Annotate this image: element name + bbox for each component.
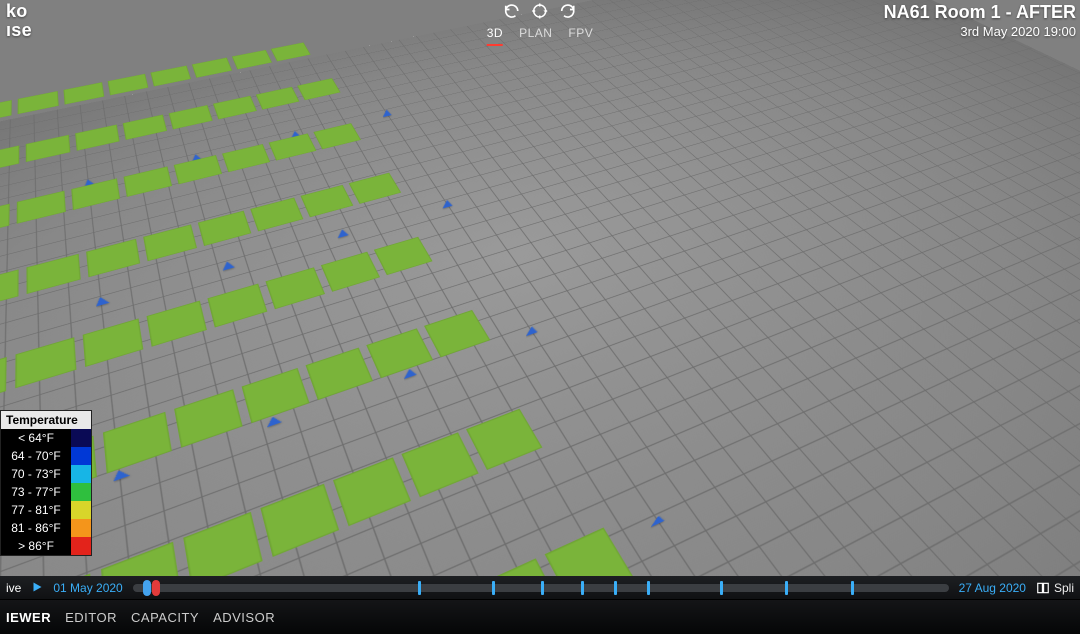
app-logo: ko ıse — [0, 0, 38, 42]
legend-label: 81 - 86°F — [1, 519, 71, 537]
split-view-button[interactable]: Spli — [1036, 581, 1074, 595]
timeline-end-date[interactable]: 27 Aug 2020 — [959, 581, 1026, 595]
timeline-marker[interactable] — [720, 581, 723, 595]
legend-label: 77 - 81°F — [1, 501, 71, 519]
legend-swatch — [71, 501, 91, 519]
legend-row: < 64°F — [1, 429, 91, 447]
legend-label: 70 - 73°F — [1, 465, 71, 483]
reticle-icon[interactable] — [531, 2, 549, 20]
legend-row: 70 - 73°F — [1, 465, 91, 483]
legend-row: 64 - 70°F — [1, 447, 91, 465]
view-mode-tabs: 3D PLAN FPV — [487, 26, 594, 46]
top-center-controls: 3D PLAN FPV — [487, 0, 594, 46]
view-mode-fpv[interactable]: FPV — [568, 26, 593, 46]
timeline-handle[interactable] — [143, 580, 151, 596]
legend-label: 64 - 70°F — [1, 447, 71, 465]
rotate-ccw-icon[interactable] — [503, 2, 521, 20]
timeline-bar: ive 01 May 2020 27 Aug 2020 Spli — [0, 576, 1080, 600]
logo-line2: ıse — [6, 21, 32, 40]
legend-row: 77 - 81°F — [1, 501, 91, 519]
view-mode-plan[interactable]: PLAN — [519, 26, 552, 46]
legend-swatch — [71, 537, 91, 555]
legend-row: 81 - 86°F — [1, 519, 91, 537]
view-mode-3d[interactable]: 3D — [487, 26, 503, 46]
view-tool-icons — [487, 2, 594, 20]
legend-label: < 64°F — [1, 429, 71, 447]
split-label: Spli — [1054, 581, 1074, 595]
timeline-track[interactable] — [133, 584, 949, 592]
play-button[interactable] — [31, 581, 43, 596]
legend-swatch — [71, 447, 91, 465]
legend-title: Temperature — [1, 411, 91, 429]
tab-editor[interactable]: EDITOR — [65, 610, 117, 625]
tab-viewer[interactable]: IEWER — [6, 610, 51, 625]
room-title-block: NA61 Room 1 - AFTER 3rd May 2020 19:00 — [880, 0, 1080, 41]
legend-row: > 86°F — [1, 537, 91, 555]
viewport-3d[interactable] — [0, 0, 1080, 582]
scene-datetime: 3rd May 2020 19:00 — [884, 24, 1076, 40]
timeline-marker[interactable] — [581, 581, 584, 595]
bottom-mode-tabs: IEWER EDITOR CAPACITY ADVISOR — [0, 599, 1080, 634]
legend-label: 73 - 77°F — [1, 483, 71, 501]
live-label: ive — [6, 581, 21, 595]
timeline-marker[interactable] — [418, 581, 421, 595]
temperature-legend: Temperature < 64°F64 - 70°F70 - 73°F73 -… — [0, 410, 92, 556]
legend-row: 73 - 77°F — [1, 483, 91, 501]
timeline-start-date[interactable]: 01 May 2020 — [53, 581, 122, 595]
tab-capacity[interactable]: CAPACITY — [131, 610, 199, 625]
timeline-marker[interactable] — [492, 581, 495, 595]
legend-label: > 86°F — [1, 537, 71, 555]
timeline-marker[interactable] — [785, 581, 788, 595]
timeline-marker[interactable] — [541, 581, 544, 595]
rotate-cw-icon[interactable] — [559, 2, 577, 20]
timeline-marker[interactable] — [851, 581, 854, 595]
timeline-marker[interactable] — [614, 581, 617, 595]
timeline-handle[interactable] — [152, 580, 160, 596]
tab-advisor[interactable]: ADVISOR — [213, 610, 275, 625]
room-title: NA61 Room 1 - AFTER — [884, 2, 1076, 24]
logo-line1: ko — [6, 1, 28, 21]
legend-swatch — [71, 519, 91, 537]
legend-swatch — [71, 465, 91, 483]
timeline-marker[interactable] — [647, 581, 650, 595]
legend-swatch — [71, 483, 91, 501]
legend-swatch — [71, 429, 91, 447]
